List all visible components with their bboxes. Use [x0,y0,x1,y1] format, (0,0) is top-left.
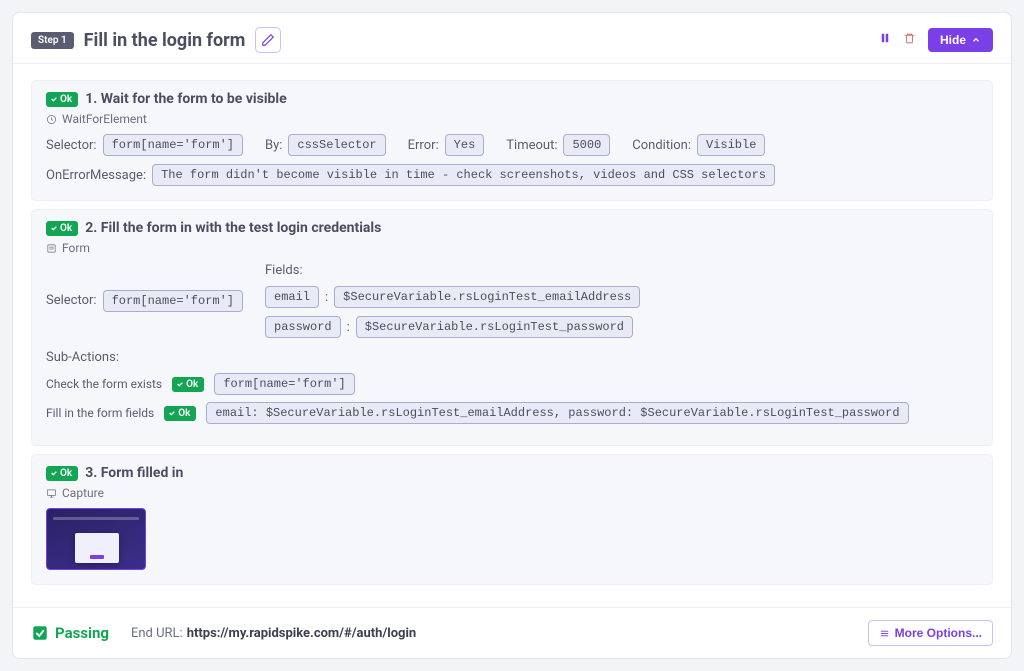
selector-label: Selector: [46,138,97,153]
selector-label: Selector: [46,293,97,308]
status-badge: Ok [46,466,78,481]
card-header: Step 1 Fill in the login form Hide [13,13,1011,64]
subaction-name: Check the form exists [46,377,162,391]
timeout-value: 5000 [563,134,610,156]
endurl-value: https://my.rapidspike.com/#/auth/login [187,626,417,641]
menu-icon [879,628,890,639]
timeout-label: Timeout: [506,138,557,153]
error-value: Yes [445,134,485,156]
pause-button[interactable] [879,32,891,48]
subaction-row: Check the form exists Ok form[name='form… [46,373,978,395]
more-options-button[interactable]: More Options... [868,620,993,646]
step-card: Step 1 Fill in the login form Hide Ok [12,12,1012,659]
edit-button[interactable] [255,27,281,53]
action-type: WaitForElement [46,112,978,126]
onerror-value: The form didn't become visible in time -… [152,164,775,186]
step-number-badge: Step 1 [31,32,74,49]
condition-value: Visible [697,134,765,156]
subaction-value: email: $SecureVariable.rsLoginTest_email… [206,402,908,424]
card-body: Ok 1. Wait for the form to be visible Wa… [13,64,1011,603]
condition-label: Condition: [632,138,691,153]
step-title: Fill in the login form [84,30,246,51]
fields-label: Fields: [265,263,640,278]
substep-title: 3. Form filled in [85,465,183,481]
substep: Ok 2. Fill the form in with the test log… [31,209,993,446]
by-value: cssSelector [288,134,385,156]
screenshot-thumbnail[interactable] [46,508,146,570]
passing-status: Passing [31,624,109,642]
subaction-value: form[name='form'] [214,373,354,395]
field-value: $SecureVariable.rsLoginTest_password [356,316,633,338]
status-badge: Ok [172,377,204,392]
subaction-name: Fill in the form fields [46,406,154,420]
by-label: By: [265,138,282,153]
clock-icon [46,114,57,125]
action-type: Capture [46,486,978,500]
substep-title: 2. Fill the form in with the test login … [85,220,381,236]
selector-value: form[name='form'] [103,134,243,156]
substep: Ok 3. Form filled in Capture [31,454,993,585]
check-square-icon [31,624,49,642]
delete-button[interactable] [903,32,916,49]
monitor-icon [46,488,57,499]
substep-title: 1. Wait for the form to be visible [85,91,286,107]
field-name: password [265,316,341,338]
error-label: Error: [408,138,439,153]
action-type: Form [46,241,978,255]
chevron-up-icon [971,35,981,45]
status-badge: Ok [164,406,196,421]
subactions-label: Sub-Actions: [46,350,978,365]
pencil-icon [261,33,275,47]
onerror-label: OnErrorMessage: [46,168,146,183]
field-row: email : $SecureVariable.rsLoginTest_emai… [265,286,640,308]
hide-button[interactable]: Hide [928,28,993,52]
field-row: password : $SecureVariable.rsLoginTest_p… [265,316,640,338]
subaction-row: Fill in the form fields Ok email: $Secur… [46,402,978,424]
substep: Ok 1. Wait for the form to be visible Wa… [31,80,993,201]
field-name: email [265,286,319,308]
status-badge: Ok [46,221,78,236]
endurl-label: End URL: [131,626,183,641]
form-icon [46,243,57,254]
card-footer: Passing End URL: https://my.rapidspike.c… [13,607,1011,658]
selector-value: form[name='form'] [103,290,243,312]
field-value: $SecureVariable.rsLoginTest_emailAddress [334,286,640,308]
status-badge: Ok [46,92,78,107]
